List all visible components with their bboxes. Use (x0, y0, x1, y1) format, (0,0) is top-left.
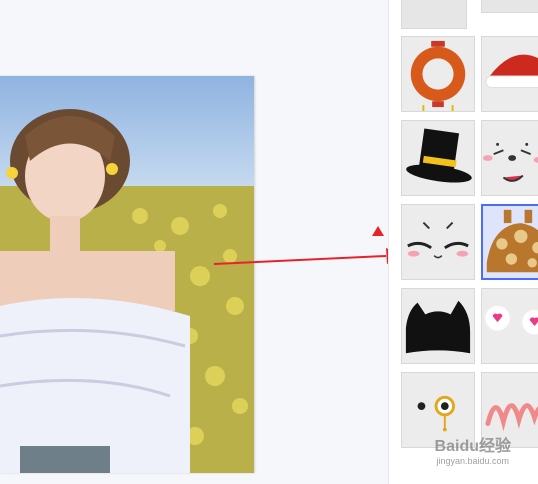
sparkle-eyes-icon (484, 305, 538, 336)
watermark-brand: Baidu经验 (434, 438, 511, 455)
sticker-tile[interactable] (481, 120, 538, 196)
pink-scribble-icon (485, 403, 538, 432)
baidu-watermark: Baidu经验 jingyan.baidu.com (434, 438, 511, 468)
sticker-tile[interactable] (401, 288, 475, 364)
sticker-tile[interactable] (401, 372, 475, 448)
sticker-tile-partial[interactable] (401, 0, 467, 29)
cat-ears-icon (405, 300, 471, 354)
sticker-tile[interactable] (481, 36, 538, 112)
sticker-tile[interactable] (481, 288, 538, 364)
watermark-domain: jingyan.baidu.com (436, 456, 510, 466)
sticker-tile[interactable] (401, 36, 475, 112)
monocle-eyes-icon (417, 395, 456, 432)
top-hat-icon (406, 128, 472, 183)
sticker-tile[interactable] (401, 204, 475, 280)
sticker-tile-partial[interactable] (481, 0, 538, 13)
sticker-tile-selected[interactable] (481, 204, 538, 280)
sticker-panel: Baidu经验 jingyan.baidu.com (388, 0, 538, 484)
red-annotation-arrow (213, 248, 404, 265)
giraffe-hat-icon (486, 209, 538, 273)
sticker-tile[interactable] (481, 372, 538, 448)
cute-face-icon (482, 142, 538, 182)
squint-eyes-icon (407, 221, 469, 259)
sticker-tile[interactable] (401, 120, 475, 196)
red-triangle-marker (372, 226, 384, 236)
editor-canvas (0, 0, 404, 484)
santa-hat-icon (485, 54, 538, 89)
lantern-ring-icon (410, 40, 466, 111)
